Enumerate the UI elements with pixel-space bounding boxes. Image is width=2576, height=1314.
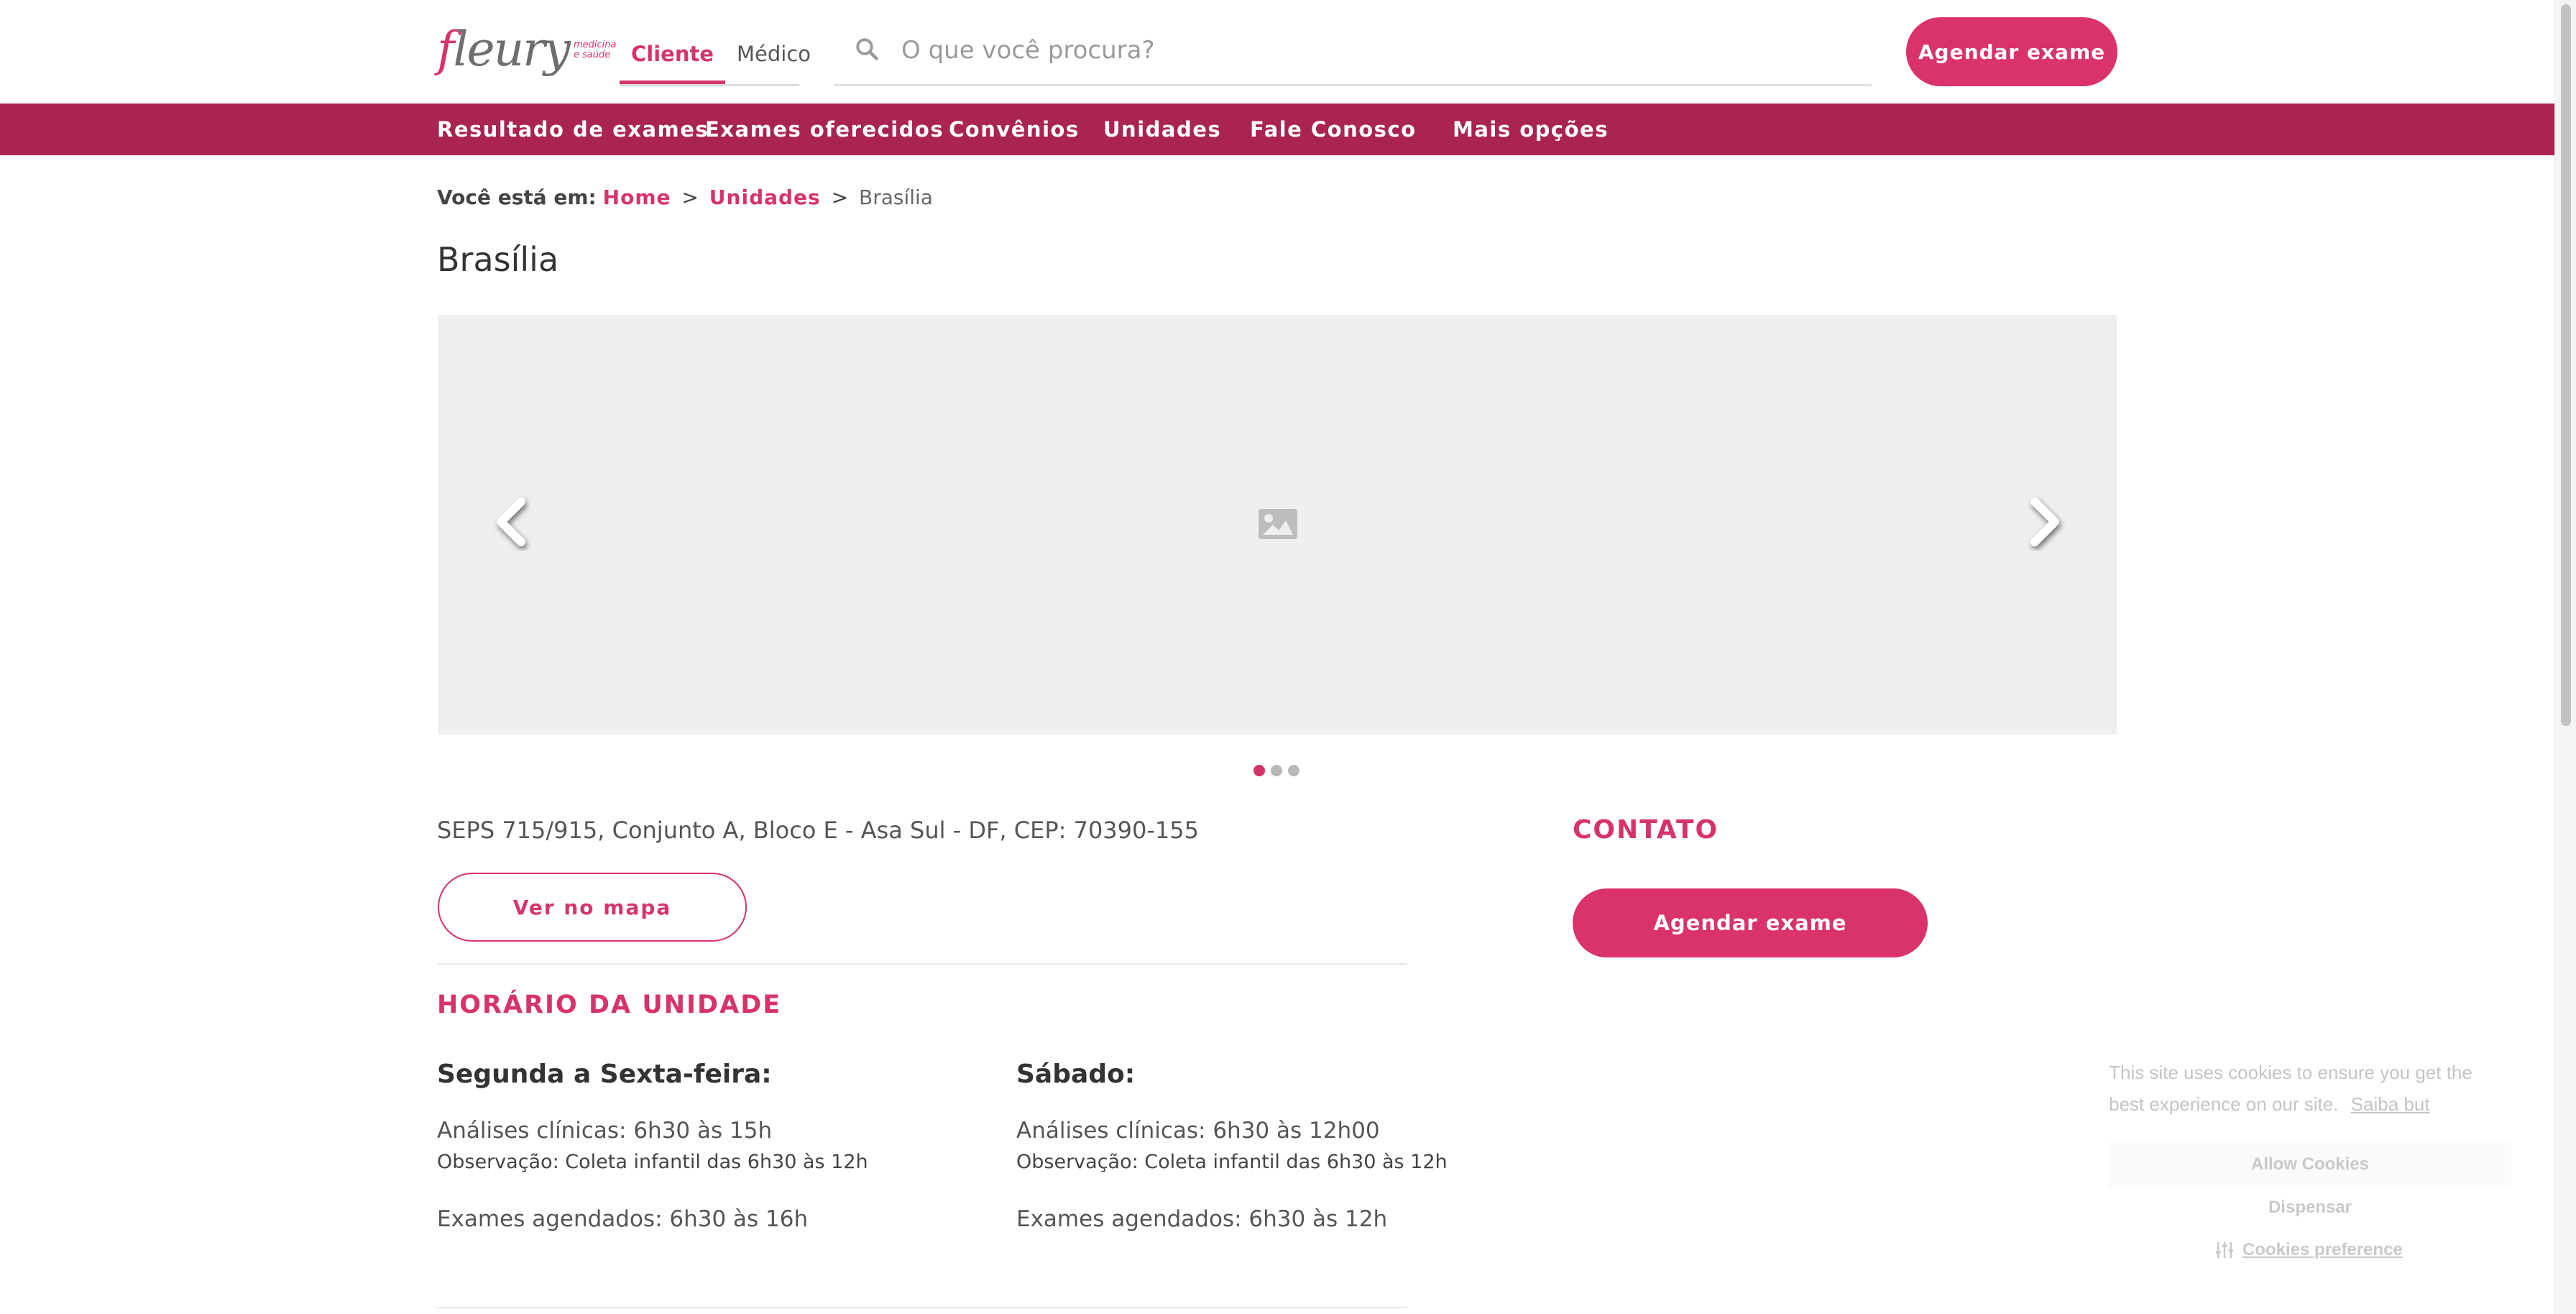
breadcrumb-link-unidades[interactable]: Unidades xyxy=(709,185,821,209)
divider xyxy=(437,1307,1407,1308)
breadcrumb-link-home[interactable]: Home xyxy=(603,185,671,209)
tab-cliente[interactable]: Cliente xyxy=(620,29,726,84)
nav-item-mais-opcoes[interactable]: Mais opções xyxy=(1453,104,1609,155)
dismiss-cookies-button[interactable]: Dispensar xyxy=(2109,1198,2511,1218)
cookie-message: This site uses cookies to ensure you get… xyxy=(2109,1057,2511,1120)
logo-wordmark: fleury xyxy=(437,22,571,77)
hours-saturday: Sábado: Análises clínicas: 6h30 às 12h00… xyxy=(1016,1060,1462,1232)
nav-item-exames-oferecidos[interactable]: Exames oferecidos xyxy=(705,104,944,155)
nav-item-resultado-de-exames[interactable]: Resultado de exames xyxy=(437,104,709,155)
contact-schedule-exam-button[interactable]: Agendar exame xyxy=(1573,888,1928,957)
allow-cookies-button[interactable]: Allow Cookies xyxy=(2109,1141,2511,1187)
carousel-dot[interactable] xyxy=(1254,765,1265,776)
page-title: Brasília xyxy=(437,240,559,279)
header-schedule-exam-button[interactable]: Agendar exame xyxy=(1906,17,2117,86)
nav-item-unidades[interactable]: Unidades xyxy=(1103,104,1221,155)
search-bar xyxy=(834,22,1872,86)
sliders-icon xyxy=(2216,1241,2233,1259)
site-header: fleury medicina e saúde Cliente Médico A… xyxy=(0,0,2554,104)
hours-weekdays: Segunda a Sexta-feira: Análises clínicas… xyxy=(437,1060,883,1232)
view-map-button[interactable]: Ver no mapa xyxy=(438,873,747,942)
carousel-pagination xyxy=(1254,765,1300,776)
cookie-learn-more-link[interactable]: Saiba but xyxy=(2351,1093,2430,1115)
hours-day-label: Sábado: xyxy=(1016,1060,1136,1089)
contact-title: CONTATO xyxy=(1573,815,1719,845)
nav-item-fale-conosco[interactable]: Fale Conosco xyxy=(1250,104,1417,155)
hours-clinical: Análises clínicas: 6h30 às 12h00 xyxy=(1016,1118,1380,1144)
cookie-preference-link[interactable]: Cookies preference xyxy=(2214,1239,2403,1261)
main-nav: Resultado de exames Exames oferecidos Co… xyxy=(0,104,2554,155)
page-scrollbar[interactable] xyxy=(2554,0,2576,1314)
logo-tagline-line-1: medicina xyxy=(573,40,617,50)
photo-carousel xyxy=(438,315,2117,735)
tab-medico[interactable]: Médico xyxy=(725,29,822,84)
audience-tabs: Cliente Médico xyxy=(620,29,811,86)
breadcrumb-current: Brasília xyxy=(858,185,933,209)
carousel-dot[interactable] xyxy=(1271,765,1282,776)
breadcrumb-prefix: Você está em: xyxy=(437,185,597,209)
search-input[interactable] xyxy=(901,29,1836,72)
breadcrumb: Você está em: Home > Unidades > Brasília xyxy=(437,185,933,209)
search-icon[interactable] xyxy=(854,36,880,62)
hours-clinical: Análises clínicas: 6h30 às 15h xyxy=(437,1118,773,1144)
chevron-left-icon[interactable] xyxy=(484,493,541,551)
divider xyxy=(437,963,1407,965)
breadcrumb-separator: > xyxy=(831,185,849,209)
nav-item-convenios[interactable]: Convênios xyxy=(949,104,1080,155)
hours-note: Observação: Coleta infantil das 6h30 às … xyxy=(437,1151,868,1173)
hours-section-title: HORÁRIO DA UNIDADE xyxy=(437,991,782,1019)
hours-day-label: Segunda a Sexta-feira: xyxy=(437,1060,772,1089)
cookie-preference-label: Cookies preference xyxy=(2242,1240,2403,1259)
carousel-dot[interactable] xyxy=(1288,765,1300,776)
chevron-right-icon[interactable] xyxy=(2015,493,2072,551)
image-placeholder-icon xyxy=(1259,509,1297,539)
scrollbar-thumb[interactable] xyxy=(2561,4,2571,726)
unit-address: SEPS 715/915, Conjunto A, Bloco E - Asa … xyxy=(437,817,1199,844)
breadcrumb-separator: > xyxy=(681,185,699,209)
hours-scheduled: Exames agendados: 6h30 às 16h xyxy=(437,1206,809,1232)
hours-note: Observação: Coleta infantil das 6h30 às … xyxy=(1016,1151,1448,1173)
hours-scheduled: Exames agendados: 6h30 às 12h xyxy=(1016,1206,1388,1232)
logo-tagline-line-2: e saúde xyxy=(573,50,611,60)
logo-letter-f: f xyxy=(437,22,454,77)
cookie-banner: This site uses cookies to ensure you get… xyxy=(2109,1057,2511,1279)
fleury-logo[interactable]: fleury medicina e saúde xyxy=(437,22,616,73)
logo-tagline: medicina e saúde xyxy=(574,40,617,60)
